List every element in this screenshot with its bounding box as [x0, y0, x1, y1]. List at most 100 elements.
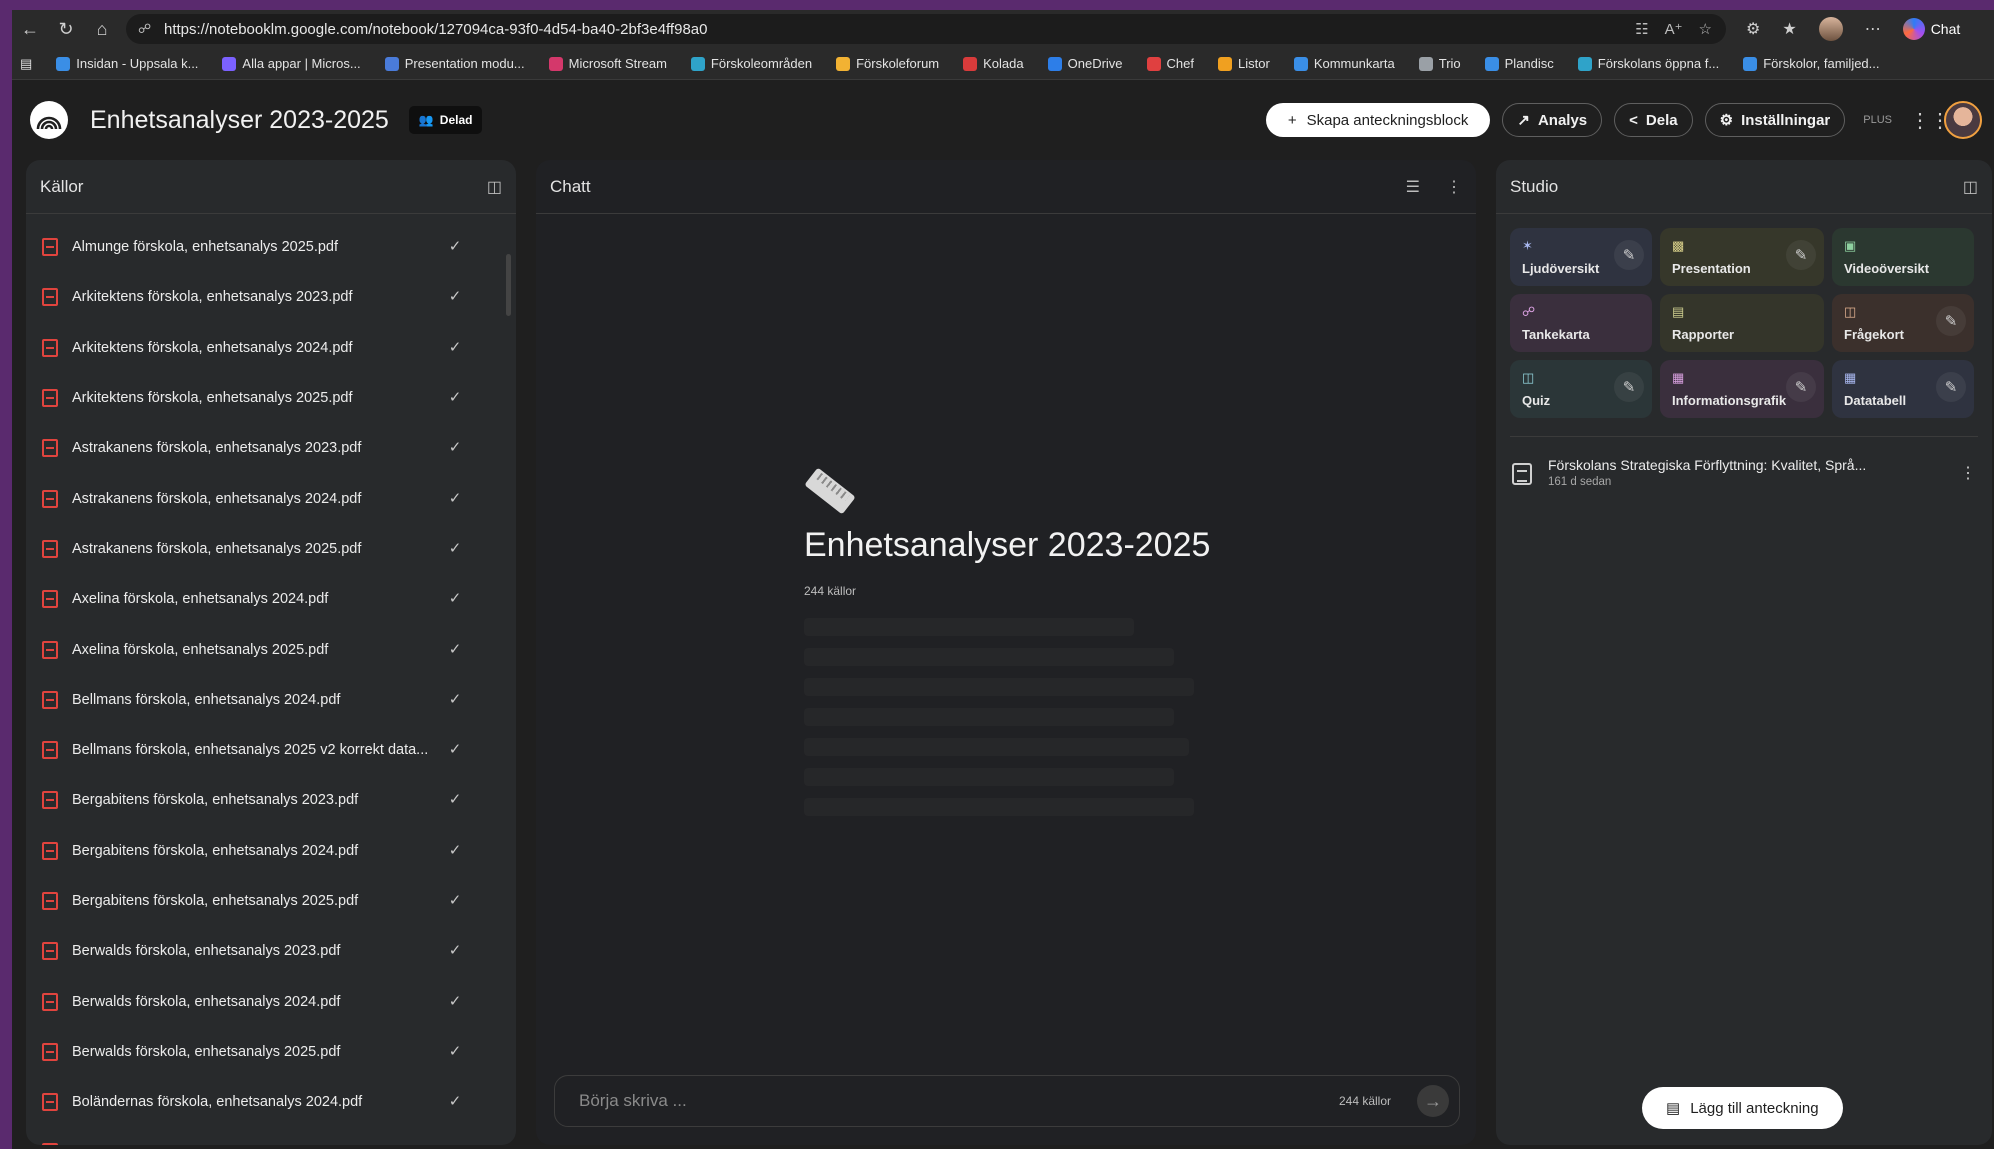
- source-checkbox[interactable]: ✓: [446, 942, 464, 960]
- source-item[interactable]: Berwalds förskola, enhetsanalys 2024.pdf…: [26, 976, 516, 1026]
- source-checkbox[interactable]: ✓: [446, 389, 464, 407]
- source-item[interactable]: Astrakanens förskola, enhetsanalys 2024.…: [26, 473, 516, 523]
- address-bar[interactable]: ☍ https://notebooklm.google.com/notebook…: [126, 14, 1726, 44]
- source-checkbox[interactable]: ✓: [446, 1143, 464, 1145]
- source-checkbox[interactable]: ✓: [446, 791, 464, 809]
- home-icon[interactable]: ⌂: [84, 11, 120, 47]
- saved-note[interactable]: Förskolans Strategiska Förflyttning: Kva…: [1512, 457, 1976, 488]
- chat-input[interactable]: [579, 1091, 1339, 1111]
- bookmark[interactable]: Chef: [1146, 56, 1194, 71]
- source-checkbox[interactable]: ✓: [446, 490, 464, 508]
- source-item[interactable]: Bellmans förskola, enhetsanalys 2025 v2 …: [26, 725, 516, 775]
- studio-tile-datatabell[interactable]: ▦ Datatabell ✎: [1832, 360, 1974, 418]
- bookmark[interactable]: Förskolans öppna f...: [1577, 56, 1719, 71]
- source-item[interactable]: Almunge förskola, enhetsanalys 2025.pdf ✓: [26, 222, 516, 272]
- bookmark[interactable]: Förskolor, familjed...: [1743, 56, 1880, 71]
- sources-scrollbar[interactable]: [506, 254, 511, 316]
- account-avatar[interactable]: [1944, 101, 1982, 139]
- bookmark[interactable]: Presentation modu...: [384, 56, 525, 71]
- create-notebook-button[interactable]: + Skapa anteckningsblock: [1265, 103, 1491, 137]
- source-checkbox[interactable]: ✓: [446, 1043, 464, 1061]
- studio-tile-video-versikt[interactable]: ▣ Videoöversikt: [1832, 228, 1974, 286]
- chat-settings-icon[interactable]: ☰: [1406, 177, 1420, 197]
- bookmark[interactable]: Alla appar | Micros...: [222, 56, 361, 71]
- source-checkbox[interactable]: ✓: [446, 993, 464, 1011]
- bookmark[interactable]: Microsoft Stream: [548, 56, 667, 71]
- source-item[interactable]: Astrakanens förskola, enhetsanalys 2023.…: [26, 423, 516, 473]
- source-checkbox[interactable]: ✓: [446, 842, 464, 860]
- source-item[interactable]: Bellmans förskola, enhetsanalys 2024.pdf…: [26, 675, 516, 725]
- analytics-button[interactable]: ↗ Analys: [1502, 103, 1603, 137]
- source-item[interactable]: Berwalds förskola, enhetsanalys 2023.pdf…: [26, 926, 516, 976]
- source-item[interactable]: Boländernas förskola, enhetsanalys 2024.…: [26, 1077, 516, 1127]
- bookmark[interactable]: Plandisc: [1484, 56, 1554, 71]
- bookmark[interactable]: Trio: [1418, 56, 1461, 71]
- translate-icon[interactable]: ☷: [1635, 20, 1648, 38]
- chat-more-icon[interactable]: ⋮: [1446, 177, 1462, 197]
- studio-tile-presentation[interactable]: ▩ Presentation ✎: [1660, 228, 1824, 286]
- extensions-icon[interactable]: ⚙: [1746, 19, 1760, 39]
- source-item[interactable]: Astrakanens förskola, enhetsanalys 2025.…: [26, 524, 516, 574]
- favorites-icon[interactable]: ★: [1782, 19, 1796, 39]
- share-button[interactable]: < Dela: [1614, 103, 1693, 137]
- source-item[interactable]: Arkitektens förskola, enhetsanalys 2024.…: [26, 323, 516, 373]
- read-aloud-icon[interactable]: A⁺: [1665, 20, 1683, 38]
- studio-tile-informationsgrafik[interactable]: ▦ Informationsgrafik ✎: [1660, 360, 1824, 418]
- source-item[interactable]: Bergabitens förskola, enhetsanalys 2024.…: [26, 826, 516, 876]
- notebooklm-logo[interactable]: [30, 101, 68, 139]
- source-item[interactable]: Axelina förskola, enhetsanalys 2024.pdf ✓: [26, 574, 516, 624]
- pencil-icon[interactable]: ✎: [1614, 240, 1644, 270]
- bookmark[interactable]: Förskoleområden: [690, 56, 812, 71]
- source-checkbox[interactable]: ✓: [446, 288, 464, 306]
- source-item[interactable]: Arkitektens förskola, enhetsanalys 2023.…: [26, 272, 516, 322]
- source-checkbox[interactable]: ✓: [446, 540, 464, 558]
- studio-tile-quiz[interactable]: ◫ Quiz ✎: [1510, 360, 1652, 418]
- source-checkbox[interactable]: ✓: [446, 339, 464, 357]
- settings-button[interactable]: ⚙ Inställningar: [1704, 103, 1846, 137]
- star-icon[interactable]: ☆: [1699, 20, 1712, 38]
- plan-badge: PLUS: [1863, 114, 1892, 126]
- source-item[interactable]: Arkitektens förskola, enhetsanalys 2025.…: [26, 373, 516, 423]
- more-icon[interactable]: ⋯: [1865, 19, 1881, 39]
- source-checkbox[interactable]: ✓: [446, 741, 464, 759]
- profile-avatar[interactable]: [1818, 17, 1843, 41]
- reload-icon[interactable]: ↻: [48, 11, 84, 47]
- bookmark[interactable]: Insidan - Uppsala k...: [56, 56, 198, 71]
- source-checkbox[interactable]: ✓: [446, 641, 464, 659]
- studio-tile-fr-gekort[interactable]: ◫ Frågekort ✎: [1832, 294, 1974, 352]
- pencil-icon[interactable]: ✎: [1936, 306, 1966, 336]
- apps-grid-icon[interactable]: ⋮⋮⋮: [1910, 108, 1970, 133]
- source-checkbox[interactable]: ✓: [446, 1093, 464, 1111]
- source-item[interactable]: Boländernas förskola, enhetsanalys 2025 …: [26, 1127, 516, 1145]
- source-checkbox[interactable]: ✓: [446, 439, 464, 457]
- source-checkbox[interactable]: ✓: [446, 892, 464, 910]
- bookmark[interactable]: Listor: [1218, 56, 1270, 71]
- pencil-icon[interactable]: ✎: [1614, 372, 1644, 402]
- studio-tile-ljud-versikt[interactable]: ✶ Ljudöversikt ✎: [1510, 228, 1652, 286]
- bookmark[interactable]: Förskoleforum: [836, 56, 939, 71]
- pencil-icon[interactable]: ✎: [1936, 372, 1966, 402]
- pencil-icon[interactable]: ✎: [1786, 240, 1816, 270]
- bookmark[interactable]: OneDrive: [1047, 56, 1123, 71]
- send-button[interactable]: →: [1417, 1085, 1449, 1117]
- source-checkbox[interactable]: ✓: [446, 590, 464, 608]
- collapse-panel-icon[interactable]: ◫: [1963, 177, 1978, 197]
- notebook-title[interactable]: Enhetsanalyser 2023-2025: [90, 106, 389, 135]
- bookmark[interactable]: Kolada: [963, 56, 1024, 71]
- pencil-icon[interactable]: ✎: [1786, 372, 1816, 402]
- source-item[interactable]: Axelina förskola, enhetsanalys 2025.pdf ✓: [26, 624, 516, 674]
- bookmark[interactable]: Kommunkarta: [1293, 56, 1395, 71]
- collapse-panel-icon[interactable]: ◫: [487, 177, 502, 197]
- studio-tile-rapporter[interactable]: ▤ Rapporter: [1660, 294, 1824, 352]
- source-item[interactable]: Bergabitens förskola, enhetsanalys 2025.…: [26, 876, 516, 926]
- source-item[interactable]: Bergabitens förskola, enhetsanalys 2023.…: [26, 775, 516, 825]
- source-item[interactable]: Berwalds förskola, enhetsanalys 2025.pdf…: [26, 1027, 516, 1077]
- studio-tile-tankekarta[interactable]: ☍ Tankekarta: [1510, 294, 1652, 352]
- note-more-icon[interactable]: ⋮: [1960, 463, 1976, 483]
- add-note-button[interactable]: ▤ Lägg till anteckning: [1642, 1087, 1843, 1129]
- copilot-button[interactable]: Chat: [1902, 18, 1960, 40]
- source-checkbox[interactable]: ✓: [446, 691, 464, 709]
- back-icon[interactable]: ←: [12, 11, 48, 47]
- source-checkbox[interactable]: ✓: [446, 238, 464, 256]
- bookmarks-menu-icon[interactable]: ▤: [20, 56, 32, 72]
